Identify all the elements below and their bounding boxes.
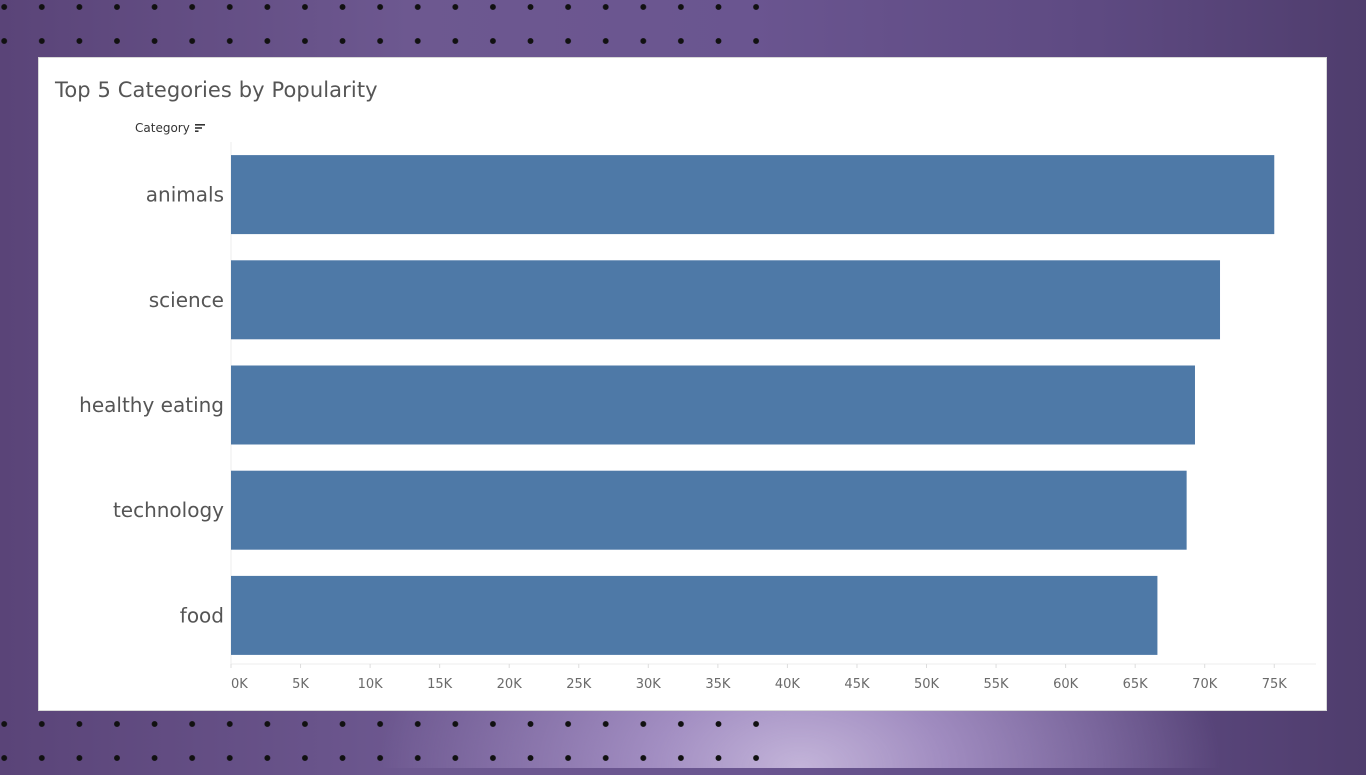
x-tick-label: 15K <box>427 677 453 692</box>
x-tick-label: 45K <box>844 677 870 692</box>
category-label-food: food <box>180 603 224 627</box>
category-label-technology: technology <box>113 498 224 522</box>
bar-technology[interactable] <box>231 470 1187 550</box>
x-tick-label: 35K <box>705 677 731 692</box>
category-label-animals: animals <box>146 183 224 207</box>
category-label-science: science <box>149 288 224 312</box>
x-tick-label: 70K <box>1192 677 1218 692</box>
x-tick-label: 5K <box>292 677 309 692</box>
x-tick-label: 75K <box>1262 677 1288 692</box>
x-tick-label: 50K <box>914 677 940 692</box>
x-tick-label: 65K <box>1123 677 1149 692</box>
x-tick-label: 20K <box>497 677 523 692</box>
x-tick-label: 25K <box>566 677 592 692</box>
x-tick-label: 40K <box>775 677 801 692</box>
decorative-dot-pattern-top <box>0 0 760 58</box>
x-tick-label: 10K <box>358 677 384 692</box>
x-tick-label: 0K <box>231 677 248 692</box>
x-tick-label: 30K <box>636 677 662 692</box>
x-tick-label: 60K <box>1053 677 1079 692</box>
category-label-healthy-eating: healthy eating <box>79 393 224 417</box>
x-tick-label: 55K <box>984 677 1010 692</box>
bar-science[interactable] <box>231 260 1221 340</box>
chart-panel: Top 5 Categories by Popularity Category … <box>38 57 1327 711</box>
bar-food[interactable] <box>231 575 1158 655</box>
decorative-dot-pattern-bottom <box>0 707 760 775</box>
bar-animals[interactable] <box>231 155 1275 235</box>
bar-chart: animals science healthy eating technology fo… <box>79 142 1316 692</box>
bar-healthy-eating[interactable] <box>231 365 1195 445</box>
